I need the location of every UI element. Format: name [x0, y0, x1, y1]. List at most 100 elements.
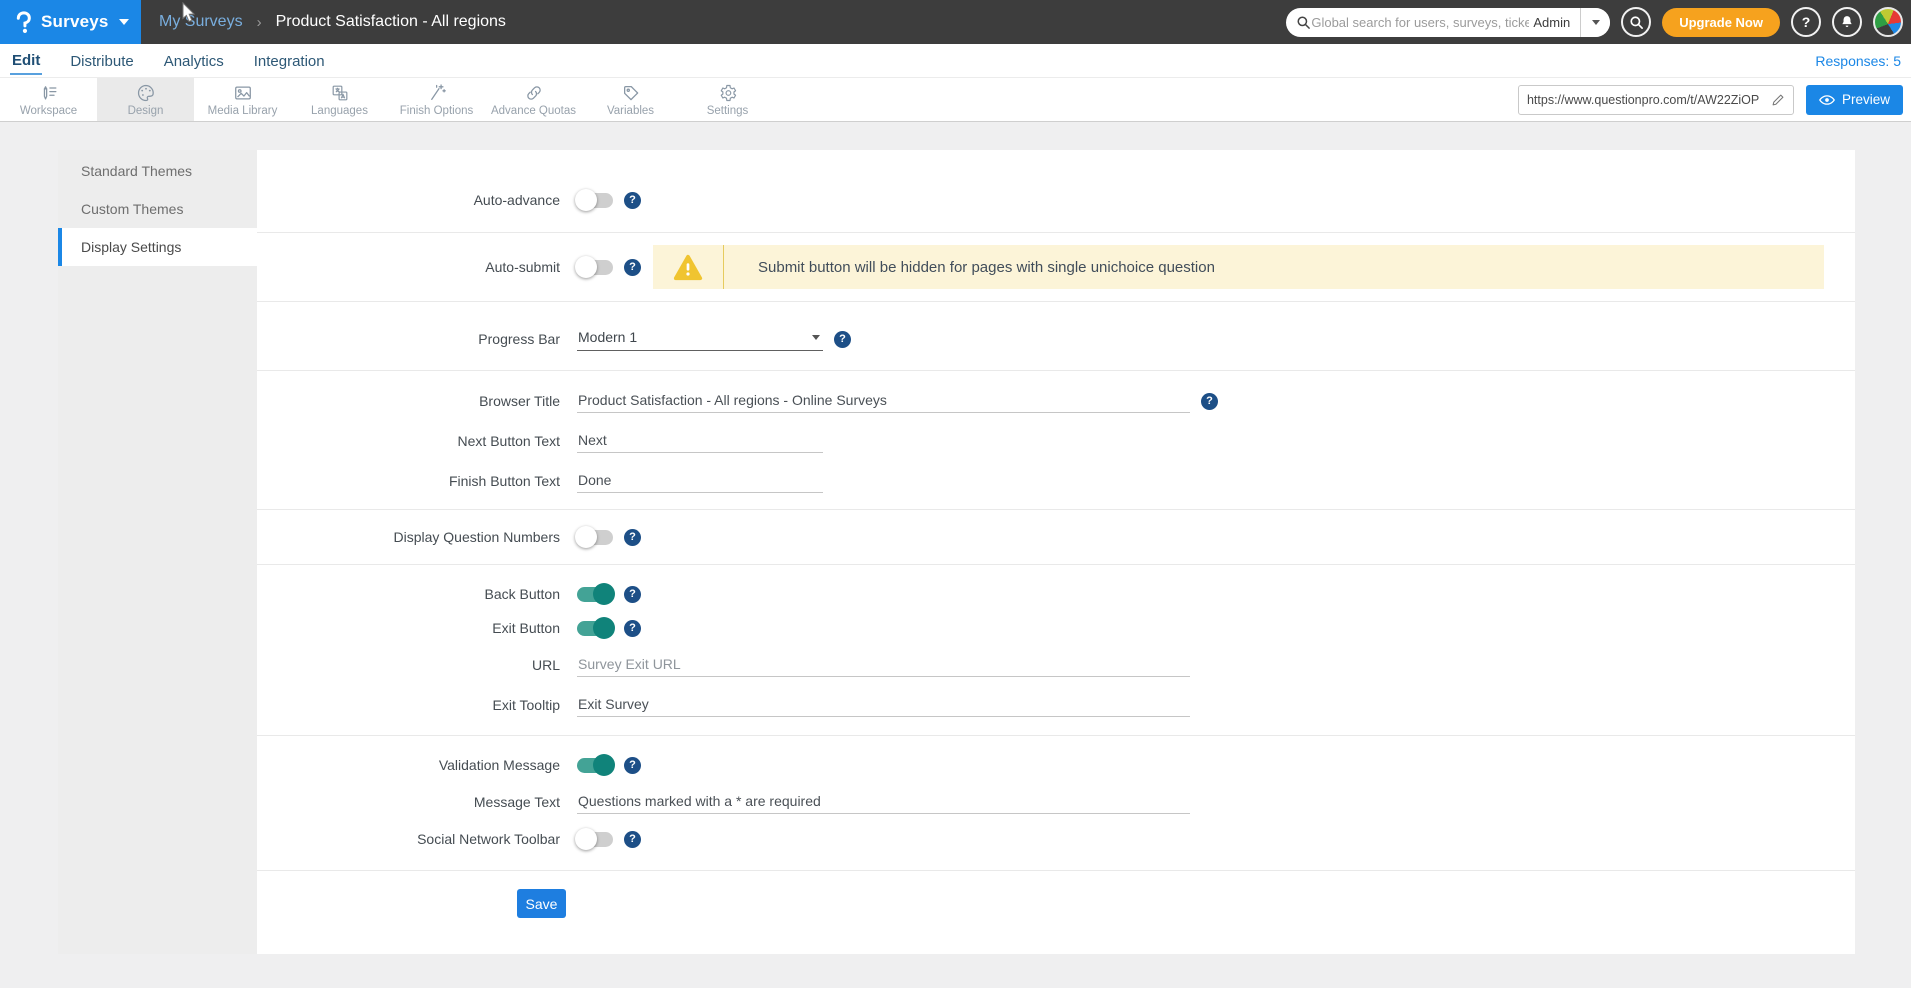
- chevron-down-icon: [1592, 20, 1600, 25]
- surveys-menu[interactable]: Surveys: [0, 0, 141, 44]
- browser-title-help-icon[interactable]: [1201, 393, 1218, 410]
- warning-message: Submit button will be hidden for pages w…: [724, 259, 1215, 276]
- display-question-numbers-row: Display Question Numbers: [257, 523, 1855, 551]
- next-button-text-label: Next Button Text: [257, 433, 577, 449]
- search-button[interactable]: [1621, 7, 1651, 37]
- exit-url-label: URL: [257, 657, 577, 673]
- upgrade-now-button[interactable]: Upgrade Now: [1662, 8, 1780, 37]
- auto-submit-help-icon[interactable]: [624, 259, 641, 276]
- tab-distribute[interactable]: Distribute: [68, 47, 135, 74]
- tab-edit[interactable]: Edit: [10, 46, 42, 75]
- magic-wand-icon: [427, 83, 447, 103]
- toolbar-item-variables[interactable]: Variables: [582, 78, 679, 121]
- workspace-icon: [39, 83, 59, 103]
- gear-icon: [718, 83, 738, 103]
- social-network-toolbar-toggle[interactable]: [577, 832, 613, 847]
- survey-nav: Edit Distribute Analytics Integration Re…: [0, 44, 1911, 78]
- toolbar-item-advance-quotas[interactable]: Advance Quotas: [485, 78, 582, 121]
- message-text-row: Message Text: [257, 782, 1855, 822]
- responses-count[interactable]: Responses: 5: [1815, 53, 1901, 69]
- auto-advance-row: Auto-advance: [257, 184, 1855, 216]
- back-button-help-icon[interactable]: [624, 586, 641, 603]
- back-button-toggle[interactable]: [577, 587, 613, 602]
- sidebar-item-custom-themes[interactable]: Custom Themes: [58, 190, 257, 228]
- search-scope-dropdown[interactable]: [1580, 8, 1610, 37]
- notifications-button[interactable]: [1832, 7, 1862, 37]
- chevron-down-icon: [812, 335, 820, 340]
- exit-button-label: Exit Button: [257, 620, 577, 636]
- progress-bar-row: Progress Bar Modern 1: [257, 322, 1855, 356]
- toolbar-item-languages[interactable]: Languages: [291, 78, 388, 121]
- display-question-numbers-help-icon[interactable]: [624, 529, 641, 546]
- global-search: Admin: [1286, 8, 1610, 37]
- warning-triangle-icon: [673, 254, 703, 281]
- toolbar-item-design[interactable]: Design: [97, 78, 194, 121]
- toolbar-right: Preview: [1518, 78, 1911, 121]
- progress-bar-select[interactable]: Modern 1: [577, 327, 823, 351]
- next-button-text-row: Next Button Text: [257, 421, 1855, 461]
- exit-tooltip-input[interactable]: [577, 694, 1190, 717]
- progress-bar-label: Progress Bar: [257, 331, 577, 347]
- finish-button-text-input[interactable]: [577, 470, 823, 493]
- auto-advance-label: Auto-advance: [257, 192, 577, 208]
- display-question-numbers-toggle[interactable]: [577, 530, 613, 545]
- validation-message-label: Validation Message: [257, 757, 577, 773]
- breadcrumb: My Surveys › Product Satisfaction - All …: [141, 0, 1286, 44]
- palette-icon: [136, 83, 156, 103]
- chain-link-icon: [524, 83, 544, 103]
- auto-submit-warning-banner: Submit button will be hidden for pages w…: [653, 245, 1824, 289]
- browser-title-label: Browser Title: [257, 393, 577, 409]
- finish-button-text-row: Finish Button Text: [257, 461, 1855, 501]
- browser-title-input[interactable]: [577, 390, 1190, 413]
- message-text-input[interactable]: [577, 791, 1190, 814]
- tab-integration[interactable]: Integration: [252, 47, 327, 74]
- auto-submit-toggle[interactable]: [577, 260, 613, 275]
- social-network-toolbar-help-icon[interactable]: [624, 831, 641, 848]
- survey-url-input[interactable]: [1527, 93, 1765, 107]
- progress-bar-help-icon[interactable]: [834, 331, 851, 348]
- finish-button-text-label: Finish Button Text: [257, 473, 577, 489]
- exit-tooltip-label: Exit Tooltip: [257, 697, 577, 713]
- exit-button-toggle[interactable]: [577, 621, 613, 636]
- global-search-input[interactable]: [1311, 15, 1529, 30]
- toolbar-item-settings[interactable]: Settings: [679, 78, 776, 121]
- image-icon: [233, 83, 253, 103]
- eye-icon: [1819, 94, 1835, 106]
- search-icon: [1629, 15, 1644, 30]
- exit-button-help-icon[interactable]: [624, 620, 641, 637]
- tag-icon: [621, 83, 641, 103]
- validation-message-help-icon[interactable]: [624, 757, 641, 774]
- user-avatar[interactable]: [1873, 7, 1903, 37]
- auto-advance-help-icon[interactable]: [624, 192, 641, 209]
- edit-pencil-icon[interactable]: [1771, 93, 1785, 107]
- toolbar-item-finish-options[interactable]: Finish Options: [388, 78, 485, 121]
- translate-icon: [330, 83, 350, 103]
- tab-analytics[interactable]: Analytics: [162, 47, 226, 74]
- social-network-toolbar-label: Social Network Toolbar: [257, 831, 577, 847]
- auto-advance-toggle[interactable]: [577, 193, 613, 208]
- auto-submit-label: Auto-submit: [257, 259, 577, 275]
- exit-url-input[interactable]: [577, 654, 1190, 677]
- sidebar-item-standard-themes[interactable]: Standard Themes: [58, 152, 257, 190]
- app-title: Surveys: [41, 12, 109, 32]
- toolbar-item-media-library[interactable]: Media Library: [194, 78, 291, 121]
- next-button-text-input[interactable]: [577, 430, 823, 453]
- display-settings-form: Auto-advance Auto-submit: [257, 150, 1855, 954]
- top-right-actions: Admin Upgrade Now ?: [1286, 0, 1911, 44]
- auto-submit-row: Auto-submit Submit button will be hidden…: [257, 245, 1855, 289]
- validation-message-row: Validation Message: [257, 748, 1855, 782]
- sidebar-item-display-settings[interactable]: Display Settings: [58, 228, 257, 266]
- search-icon: [1296, 15, 1311, 30]
- save-button[interactable]: Save: [517, 889, 566, 918]
- help-button[interactable]: ?: [1791, 7, 1821, 37]
- toolbar-item-workspace[interactable]: Workspace: [0, 78, 97, 121]
- back-button-label: Back Button: [257, 586, 577, 602]
- breadcrumb-separator: ›: [257, 14, 262, 31]
- top-bar: Surveys My Surveys › Product Satisfactio…: [0, 0, 1911, 44]
- preview-button[interactable]: Preview: [1806, 85, 1903, 115]
- breadcrumb-current-survey: Product Satisfaction - All regions: [276, 13, 506, 31]
- search-scope-label[interactable]: Admin: [1529, 15, 1580, 30]
- questionpro-logo-icon: [12, 9, 33, 36]
- validation-message-toggle[interactable]: [577, 758, 613, 773]
- breadcrumb-my-surveys[interactable]: My Surveys: [159, 13, 243, 31]
